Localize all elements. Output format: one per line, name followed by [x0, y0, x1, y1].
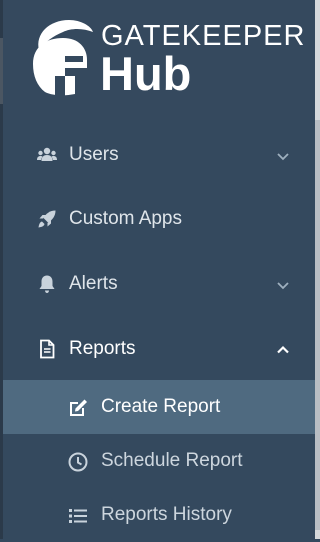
sidebar-item-label: Users [69, 144, 119, 165]
sidebar-item-users[interactable]: Users [3, 128, 315, 182]
chevron-down-icon [277, 153, 289, 161]
submenu-item-schedule-report[interactable]: Schedule Report [3, 434, 315, 488]
users-icon [37, 147, 57, 161]
submenu-item-reports-history[interactable]: Reports History [3, 488, 315, 542]
sidebar-item-label: Reports [69, 338, 136, 359]
edit-icon [70, 399, 87, 416]
list-icon [69, 509, 87, 523]
brand-name-bottom: Hub [100, 47, 192, 100]
spartan-helmet-icon [33, 20, 93, 96]
bell-icon [39, 275, 55, 293]
sidebar-scrollbar[interactable] [315, 0, 320, 539]
file-icon [40, 339, 55, 359]
submenu-item-create-report[interactable]: Create Report [3, 380, 315, 434]
sidebar-item-alerts[interactable]: Alerts [3, 257, 315, 311]
sidebar-item-label: Alerts [69, 273, 118, 294]
sidebar-item-custom-apps[interactable]: Custom Apps [3, 192, 315, 246]
submenu-item-label: Create Report [101, 396, 221, 417]
sidebar-header: GATEKEEPER Hub [3, 0, 315, 120]
clock-icon [68, 452, 88, 472]
chevron-up-icon [277, 345, 289, 354]
submenu-item-label: Reports History [101, 504, 232, 525]
scrollbar-thumb[interactable] [315, 120, 320, 530]
sidebar-item-reports[interactable]: Reports [3, 322, 315, 376]
sidebar-item-label: Custom Apps [69, 208, 182, 229]
rocket-icon [38, 210, 56, 228]
submenu-item-label: Schedule Report [101, 450, 243, 471]
chevron-down-icon [277, 282, 289, 290]
